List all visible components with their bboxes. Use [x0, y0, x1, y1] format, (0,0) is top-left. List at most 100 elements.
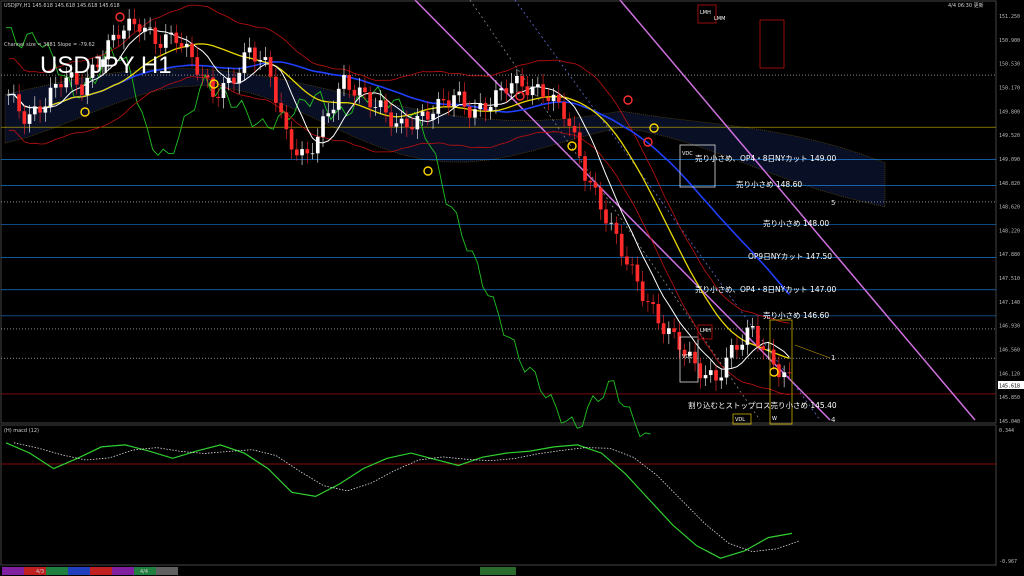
candle-body [541, 84, 545, 98]
candle-body [310, 153, 315, 155]
candle-body [562, 102, 566, 119]
candle-body [425, 111, 430, 120]
candle-body [740, 344, 745, 350]
candle-body [294, 149, 299, 156]
candle-body [127, 18, 131, 31]
candle-body [782, 372, 786, 378]
candle-body [331, 109, 336, 114]
candle-body [122, 30, 126, 39]
candle-body [373, 107, 378, 108]
candle-body [635, 264, 640, 282]
candle-body [27, 114, 32, 124]
candle-body [729, 345, 734, 358]
candle-body [410, 127, 414, 130]
candle-body [546, 97, 551, 102]
candle-body [174, 32, 179, 44]
candle-body [221, 83, 226, 99]
candle-body [190, 43, 194, 58]
date-label-2: 4/4 [140, 569, 148, 575]
candle-body [677, 332, 682, 350]
price-axis-tick: 149.520 [999, 133, 1020, 139]
candle-body [520, 76, 524, 87]
candle-body [583, 156, 587, 181]
candle-body [179, 43, 184, 48]
candle-body [368, 92, 373, 108]
candle-body [441, 98, 446, 101]
date-bar [2, 567, 516, 575]
candle-body [646, 301, 650, 303]
candle-body [48, 87, 53, 107]
price-axis-tick: 146.930 [999, 324, 1020, 330]
candle-body [64, 77, 69, 88]
candle-body [483, 103, 488, 112]
price-axis-tick: 145.850 [999, 395, 1020, 401]
candle-body [116, 34, 121, 39]
candle-body [515, 76, 519, 84]
candle-body [698, 363, 703, 379]
chart-big-title: USDJPY H1 [40, 52, 172, 79]
candle-body [609, 222, 614, 224]
candle-body [32, 106, 37, 115]
price-axis-tick: 150.900 [999, 38, 1020, 44]
channel-info: Channel size = 3881 Slope = -79.62 [4, 42, 95, 48]
wave-label-5: 5 [831, 199, 835, 207]
candle-body [756, 326, 760, 347]
box-tag: VDC [682, 151, 693, 157]
candle-body [551, 94, 556, 102]
candle-body [399, 118, 404, 124]
candle-body [787, 372, 792, 374]
candle-body [750, 326, 755, 328]
candle-body [719, 377, 724, 381]
candle-body [656, 304, 661, 324]
update-timestamp: 4/4 06:30 更新 [948, 2, 984, 9]
candle-body [363, 87, 367, 93]
candle-body [195, 57, 200, 75]
candle-body [148, 27, 152, 29]
candle-body [53, 84, 58, 88]
price-axis-tick: 150.530 [999, 62, 1020, 68]
annotation-148-00: 売り小さめ 148.00 [763, 218, 829, 228]
candle-body [619, 233, 624, 257]
candle-body [446, 100, 451, 107]
candle-body [38, 106, 42, 113]
candle-body [389, 112, 393, 127]
wave-label-4: 4 [831, 416, 836, 424]
price-axis-tick: 149.090 [999, 157, 1020, 163]
candle-body [137, 24, 142, 32]
candle-body [394, 123, 399, 127]
candle-body [593, 182, 598, 188]
candle-body [80, 84, 84, 95]
candle-body [85, 77, 90, 95]
candle-body [232, 77, 236, 84]
date-highlight [480, 567, 516, 575]
date-segment [2, 567, 24, 575]
price-axis-tick: 147.140 [999, 300, 1020, 306]
price-axis-tick: 150.170 [999, 85, 1020, 91]
annotation-147-50: OP9日NYカット 147.50 [748, 252, 832, 261]
candle-body [384, 100, 388, 113]
candle-body [708, 370, 713, 376]
candle-body [237, 72, 242, 84]
candle-body [17, 94, 21, 112]
box-tag: LMH [700, 10, 711, 16]
candle-body [247, 47, 252, 53]
candle-body [405, 118, 409, 128]
macd-label: (H) macd (12) [4, 428, 39, 434]
candle-body [714, 370, 718, 381]
annotation-148-60: 売り小さめ 148.60 [736, 179, 802, 189]
candle-body [305, 149, 310, 154]
candle-body [342, 74, 346, 89]
candle-body [625, 256, 629, 265]
candle-body [567, 118, 572, 126]
candle-body [253, 47, 257, 62]
annotation-149-00: 売り小さめ、OP4・8日NYカット 149.00 [695, 153, 837, 163]
box-tag: W [772, 416, 777, 422]
candle-body [509, 83, 514, 94]
candle-body [258, 60, 262, 62]
candle-body [661, 323, 666, 335]
candle-body [59, 84, 63, 88]
candle-body [415, 115, 420, 130]
candle-body [630, 264, 635, 266]
box-tag: LMM [714, 16, 725, 22]
candle-body [604, 209, 608, 224]
